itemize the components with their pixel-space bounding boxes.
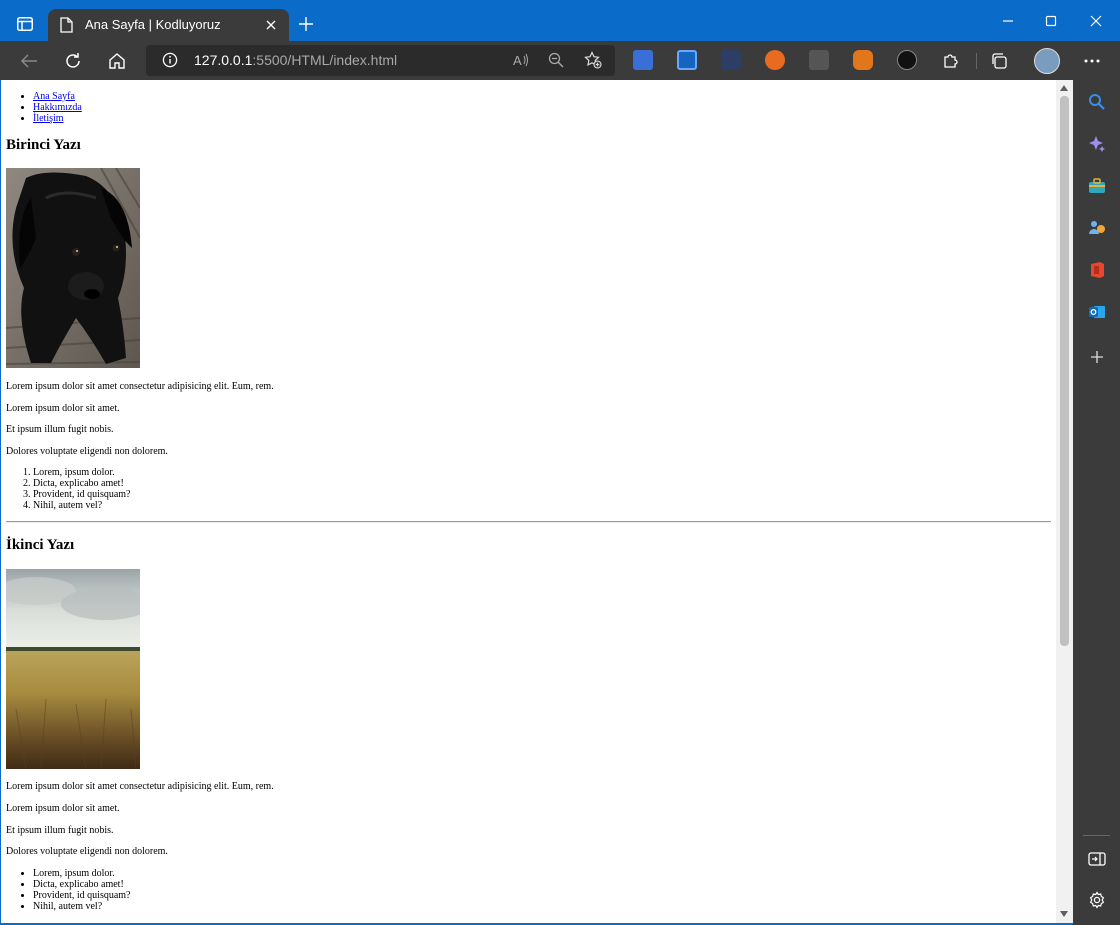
scroll-up-arrow-icon[interactable] [1060, 85, 1068, 91]
article-paragraph: Lorem ipsum dolor sit amet. [6, 403, 120, 414]
article-paragraph: Lorem ipsum dolor sit amet consectetur a… [6, 781, 274, 792]
minimize-icon[interactable] [998, 12, 1018, 30]
site-info-icon[interactable] [162, 52, 178, 73]
scroll-down-arrow-icon[interactable] [1060, 911, 1068, 917]
people-games-icon[interactable] [1086, 217, 1108, 239]
close-window-icon[interactable] [1086, 12, 1106, 30]
office-icon[interactable] [1086, 259, 1108, 281]
add-favorite-icon[interactable] [582, 49, 604, 71]
list-item: Lorem, ipsum dolor. [33, 868, 131, 879]
unordered-list: Lorem, ipsum dolor. Dicta, explicabo ame… [6, 868, 131, 912]
home-icon[interactable] [106, 50, 128, 72]
list-item: Dicta, explicabo amet! [33, 478, 131, 489]
article-paragraph: Dolores voluptate eligendi non dolorem. [6, 446, 168, 457]
maximize-icon[interactable] [1041, 12, 1061, 30]
search-icon[interactable] [1086, 91, 1108, 113]
audio-extension-icon[interactable] [809, 50, 829, 70]
nav-list: Ana Sayfa Hakkımızda İletişim [6, 91, 82, 124]
article-paragraph: Lorem ipsum dolor sit amet. [6, 803, 120, 814]
nav-link-contact[interactable]: İletişim [33, 113, 64, 124]
settings-gear-icon[interactable] [1086, 889, 1108, 911]
article-paragraph: Et ipsum illum fugit nobis. [6, 825, 114, 836]
vertical-scrollbar[interactable] [1056, 80, 1073, 923]
outlook-icon[interactable] [1086, 301, 1108, 323]
tab-title: Ana Sayfa | Kodluyoruz [85, 17, 221, 32]
list-item: Nihil, autem vel? [33, 901, 131, 912]
list-item: Dicta, explicabo amet! [33, 879, 131, 890]
zoom-out-icon[interactable] [545, 49, 567, 71]
collections-icon[interactable] [988, 50, 1010, 72]
sidebar-separator [1083, 835, 1110, 836]
url-text: 127.0.0.1:5500/HTML/index.html [194, 52, 398, 68]
list-item: Provident, id quisquam? [33, 489, 131, 500]
dots-extension-icon[interactable] [721, 50, 741, 70]
face-extension-icon[interactable] [897, 50, 917, 70]
svg-text:A: A [513, 53, 522, 68]
close-tab-icon[interactable] [263, 17, 279, 33]
article-paragraph: Lorem ipsum dolor sit amet consectetur a… [6, 381, 274, 392]
new-tab-icon[interactable] [296, 14, 316, 34]
address-bar[interactable]: 127.0.0.1:5500/HTML/index.html A [146, 45, 615, 76]
nav-item: Ana Sayfa [33, 91, 82, 102]
horizontal-divider [6, 521, 1051, 523]
nav-link-home[interactable]: Ana Sayfa [33, 91, 75, 102]
article-paragraph: Dolores voluptate eligendi non dolorem. [6, 846, 168, 857]
tab-strip: Ana Sayfa | Kodluyoruz [0, 0, 1120, 41]
copilot-sparkle-icon[interactable] [1086, 133, 1108, 155]
nav-link-about[interactable]: Hakkımızda [33, 102, 82, 113]
translate-extension-icon[interactable] [633, 50, 653, 70]
article-paragraph: Et ipsum illum fugit nobis. [6, 424, 114, 435]
black-puppy-photo [6, 168, 140, 368]
profile-avatar[interactable] [1034, 48, 1060, 74]
scrollbar-thumb[interactable] [1060, 96, 1069, 646]
nav-item: Hakkımızda [33, 102, 82, 113]
toolbar-separator [976, 53, 977, 69]
list-item: Lorem, ipsum dolor. [33, 467, 131, 478]
browser-toolbar: 127.0.0.1:5500/HTML/index.html A [0, 41, 1120, 80]
add-sidebar-app-icon[interactable] [1086, 346, 1108, 368]
nav-item: İletişim [33, 113, 82, 124]
tools-briefcase-icon[interactable] [1086, 175, 1108, 197]
extensions-puzzle-icon[interactable] [940, 50, 962, 72]
list-item: Nihil, autem vel? [33, 500, 131, 511]
metamask-icon[interactable] [853, 50, 873, 70]
article-title: Birinci Yazı [6, 137, 81, 153]
tab-actions-icon[interactable] [11, 11, 39, 37]
more-menu-icon[interactable] [1081, 50, 1103, 72]
active-tab[interactable]: Ana Sayfa | Kodluyoruz [48, 9, 289, 41]
article-title: İkinci Yazı [6, 537, 75, 553]
refresh-icon[interactable] [62, 50, 84, 72]
orange-extension-icon[interactable] [765, 50, 785, 70]
list-item: Provident, id quisquam? [33, 890, 131, 901]
ordered-list: Lorem, ipsum dolor. Dicta, explicabo ame… [6, 467, 131, 511]
wheat-field-photo [6, 569, 140, 769]
back-icon[interactable] [18, 50, 40, 72]
pdf-extension-icon[interactable] [677, 50, 697, 70]
page-document-icon [60, 17, 73, 38]
read-aloud-icon[interactable]: A [510, 49, 532, 71]
edge-sidebar [1073, 80, 1120, 925]
page-viewport: Ana Sayfa Hakkımızda İletişim Birinci Ya… [1, 80, 1057, 923]
hide-sidebar-icon[interactable] [1086, 848, 1108, 870]
